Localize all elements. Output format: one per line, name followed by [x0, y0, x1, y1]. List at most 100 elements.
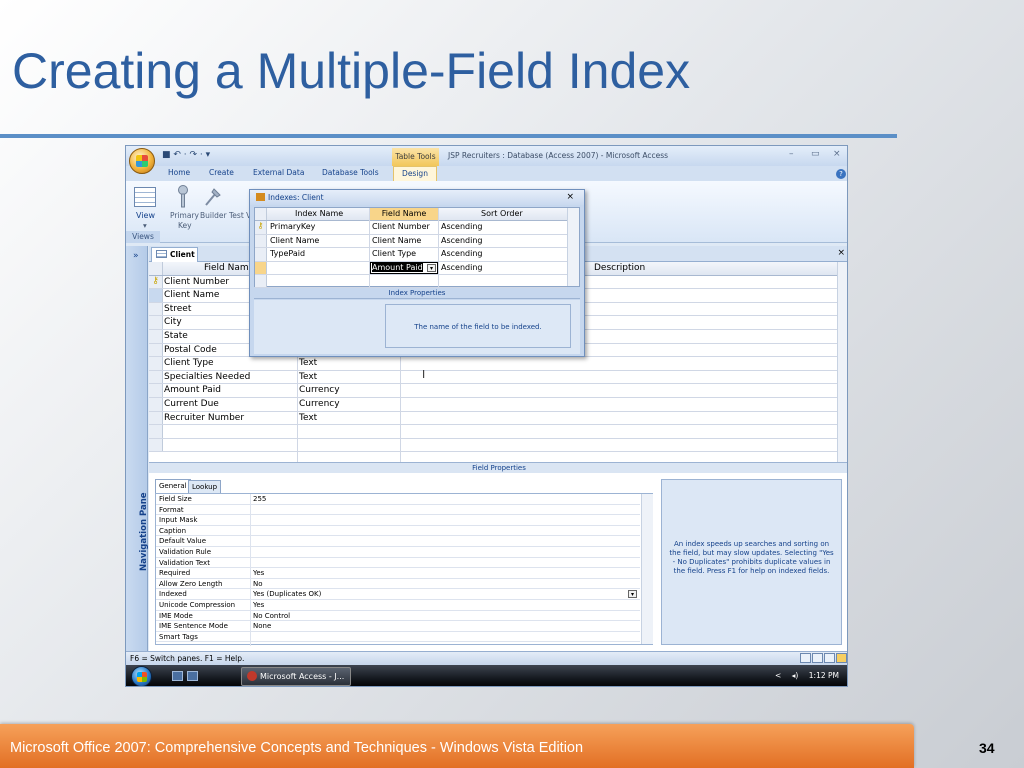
table-row[interactable]: Recruiter Number Text — [149, 411, 837, 426]
maximize-button[interactable]: ▭ — [811, 149, 820, 159]
builder-icon[interactable] — [204, 187, 222, 207]
field-name-cell[interactable]: Recruiter Number — [164, 413, 296, 423]
property-value[interactable]: 255 — [253, 495, 266, 503]
office-button-icon[interactable] — [129, 148, 155, 174]
select-all-cell[interactable] — [149, 262, 163, 275]
row-selector[interactable] — [149, 425, 163, 438]
data-type-cell[interactable]: Text — [299, 372, 399, 382]
tray-chevron-icon[interactable]: < — [775, 671, 781, 680]
row-selector[interactable] — [149, 411, 163, 425]
tab-create[interactable]: Create — [209, 168, 234, 177]
sort-order-cell[interactable]: Ascending — [441, 263, 482, 272]
property-value[interactable]: None — [253, 622, 271, 630]
property-row[interactable]: Input Mask — [156, 515, 640, 526]
table-row[interactable] — [149, 425, 837, 439]
test-validation-label[interactable]: Test V — [229, 211, 251, 220]
taskbar-access-button[interactable]: Microsoft Access - J... — [241, 667, 351, 686]
row-selector[interactable] — [149, 289, 163, 302]
tab-design[interactable]: Design — [393, 166, 437, 181]
field-name-combo[interactable]: Amount Paid ▾ — [370, 261, 438, 274]
data-type-cell[interactable]: Text — [299, 358, 399, 368]
table-row[interactable]: Client Type Text — [149, 357, 837, 371]
row-selector[interactable] — [255, 248, 267, 261]
tab-external-data[interactable]: External Data — [253, 168, 304, 177]
field-name-cell[interactable]: Client Name — [372, 236, 421, 245]
table-row[interactable] — [255, 275, 567, 289]
property-scrollbar[interactable] — [641, 494, 653, 644]
primary-key-label-2[interactable]: Key — [178, 221, 192, 230]
row-selector[interactable] — [255, 234, 267, 248]
builder-label[interactable]: Builder — [200, 211, 227, 220]
index-name-cell[interactable]: TypePaid — [270, 249, 305, 258]
property-row[interactable]: Allow Zero Length No — [156, 579, 640, 590]
table-row[interactable]: Amount Paid Currency — [149, 384, 837, 398]
tab-database-tools[interactable]: Database Tools — [322, 168, 379, 177]
document-close-icon[interactable]: × — [837, 248, 845, 258]
table-row[interactable]: Specialties Needed Text — [149, 370, 837, 385]
row-selector[interactable] — [149, 398, 163, 411]
sort-order-cell[interactable]: Ascending — [441, 222, 482, 231]
dropdown-arrow-icon[interactable]: ▾ — [427, 263, 436, 272]
property-row[interactable]: Caption — [156, 526, 640, 537]
row-selector[interactable] — [149, 330, 163, 343]
row-selector[interactable] — [149, 438, 163, 452]
pivot-table-view-icon[interactable] — [812, 653, 823, 663]
tab-lookup[interactable]: Lookup — [188, 480, 222, 494]
property-row[interactable]: Validation Rule — [156, 547, 640, 558]
switch-windows-icon[interactable] — [187, 671, 198, 681]
help-icon[interactable]: ? — [836, 169, 846, 179]
pivot-chart-view-icon[interactable] — [824, 653, 835, 663]
field-name-cell[interactable]: Client Type — [372, 249, 416, 258]
sort-order-cell[interactable]: Ascending — [441, 236, 482, 245]
minimize-button[interactable]: – — [789, 149, 794, 159]
table-row[interactable]: Amount Paid ▾ Ascending — [255, 261, 567, 275]
property-row[interactable]: IME Sentence Mode None — [156, 621, 640, 632]
property-row[interactable]: IME Mode No Control — [156, 611, 640, 622]
row-selector[interactable] — [255, 275, 267, 288]
property-row[interactable]: Validation Text — [156, 558, 640, 569]
data-type-cell[interactable]: Currency — [299, 399, 399, 409]
index-name-cell[interactable]: PrimaryKey — [270, 222, 315, 231]
property-row[interactable]: Unicode Compression Yes — [156, 600, 640, 611]
tab-home[interactable]: Home — [168, 168, 190, 177]
design-view-icon[interactable] — [836, 653, 847, 663]
navigation-pane[interactable]: » Navigation Pane — [126, 246, 149, 651]
property-value[interactable]: No — [253, 580, 263, 588]
indexes-dialog-close-icon[interactable]: × — [566, 190, 574, 205]
property-row[interactable]: Field Size 255 — [156, 494, 640, 505]
table-row[interactable]: TypePaid Client Type Ascending — [255, 248, 567, 262]
quick-access-toolbar[interactable]: ■ ↶ · ↷ · ▾ — [162, 150, 210, 160]
property-value[interactable]: Yes (Duplicates OK) — [253, 590, 321, 598]
indexes-dialog-title-bar[interactable]: Indexes: Client — [250, 190, 584, 205]
select-all-cell[interactable] — [255, 208, 267, 221]
property-value[interactable]: Yes — [253, 569, 264, 577]
property-value[interactable]: Yes — [253, 601, 264, 609]
data-type-cell[interactable]: Currency — [299, 385, 399, 395]
row-selector[interactable] — [149, 357, 163, 370]
field-grid-scrollbar[interactable] — [837, 262, 847, 462]
field-name-cell[interactable]: Current Due — [164, 399, 296, 409]
dropdown-arrow-icon[interactable]: ▾ — [628, 590, 637, 599]
indexes-scrollbar[interactable] — [567, 208, 579, 286]
view-button-label[interactable]: View — [136, 211, 155, 220]
table-row[interactable] — [149, 438, 837, 453]
view-icon[interactable] — [134, 187, 156, 207]
sort-order-cell[interactable]: Ascending — [441, 249, 482, 258]
close-button[interactable]: × — [833, 149, 841, 159]
table-row[interactable]: ⚷ PrimaryKey Client Number Ascending — [255, 221, 567, 235]
start-button-icon[interactable] — [131, 666, 152, 686]
expand-chevron-icon[interactable]: » — [133, 251, 139, 261]
show-desktop-icon[interactable] — [172, 671, 183, 681]
table-row[interactable]: Client Name Client Name Ascending — [255, 234, 567, 249]
row-selector[interactable] — [149, 302, 163, 316]
row-selector[interactable] — [149, 316, 163, 329]
datasheet-view-icon[interactable] — [800, 653, 811, 663]
primary-key-icon[interactable] — [176, 185, 190, 209]
row-selector[interactable] — [255, 261, 267, 274]
property-row[interactable]: Indexed Yes (Duplicates OK) ▾ — [156, 589, 640, 600]
data-type-cell[interactable]: Text — [299, 413, 399, 423]
field-name-cell[interactable]: Client Type — [164, 358, 296, 368]
tab-general[interactable]: General — [155, 479, 191, 493]
field-name-cell[interactable]: Client Number — [372, 222, 430, 231]
property-value[interactable]: No Control — [253, 612, 290, 620]
